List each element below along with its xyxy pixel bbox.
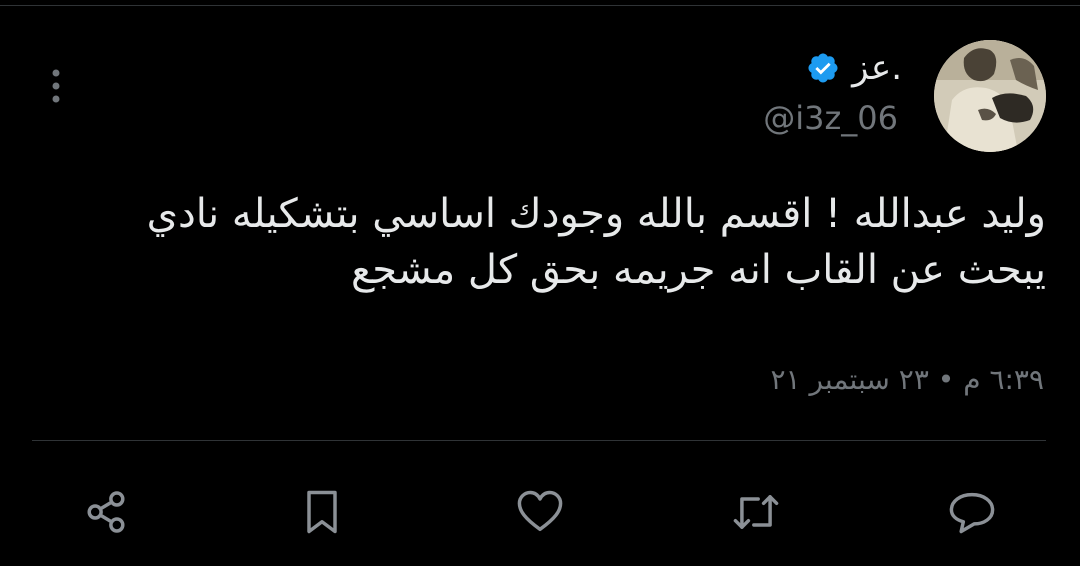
tweet-actions-bar: [0, 482, 1080, 542]
reply-button[interactable]: [942, 482, 1002, 542]
share-icon: [87, 491, 125, 533]
actions-divider: [32, 440, 1046, 441]
retweet-icon: [733, 495, 779, 529]
retweet-button[interactable]: [726, 482, 786, 542]
top-divider: [0, 5, 1080, 6]
avatar[interactable]: [934, 40, 1046, 152]
bookmark-icon: [307, 490, 337, 534]
share-button[interactable]: [76, 482, 136, 542]
reply-icon: [949, 492, 995, 534]
like-button[interactable]: [510, 482, 570, 542]
tweet-text-line: يبحث عن القاب انه جريمه بحق كل مشجع: [350, 247, 1046, 293]
more-options-icon[interactable]: [42, 66, 70, 106]
author-handle[interactable]: @i3z_06: [763, 98, 898, 138]
verified-badge-icon: [806, 51, 840, 85]
author-display-name[interactable]: عز.: [852, 46, 902, 90]
tweet-timestamp[interactable]: ٦:٣٩ م • ٢٣ سبتمبر ٢١: [770, 362, 1044, 398]
tweet-text-line: وليد عبدالله ! اقسم بالله وجودك اساسي بت…: [146, 191, 1046, 237]
bookmark-button[interactable]: [292, 482, 352, 542]
tweet-text: وليد عبدالله ! اقسم بالله وجودك اساسي بت…: [66, 186, 1046, 298]
author-name-row[interactable]: عز.: [806, 46, 902, 90]
avatar-image: [934, 40, 1046, 152]
heart-icon: [517, 490, 563, 532]
